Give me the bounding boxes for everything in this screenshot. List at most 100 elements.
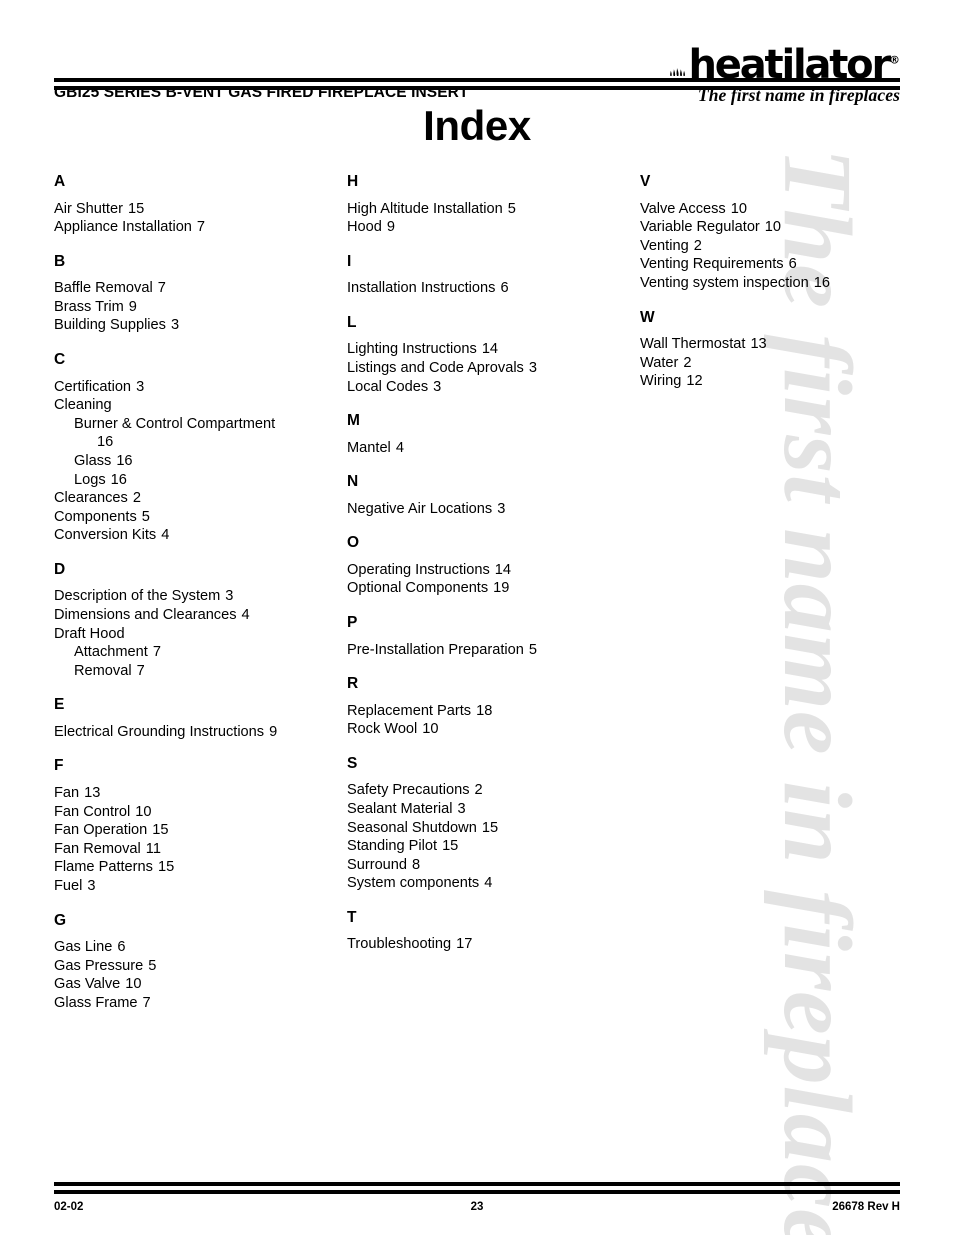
index-entry[interactable]: Baffle Removal 7 [54, 279, 347, 298]
index-entry-label: Air Shutter [54, 200, 123, 217]
index-entry-label: Installation Instructions [347, 280, 496, 297]
index-entry-label: Baffle Removal [54, 280, 153, 297]
index-entry-label: Glass Frame [54, 994, 138, 1011]
index-entry[interactable]: Attachment 7 [54, 643, 347, 662]
index-entry-page: 8 [412, 856, 421, 873]
index-entry[interactable]: Fan Control 10 [54, 803, 347, 822]
index-entry[interactable]: Removal 7 [54, 662, 347, 681]
index-entry[interactable]: Glass 16 [54, 452, 347, 471]
index-entry-label: Venting Requirements [640, 256, 784, 273]
index-entry[interactable]: Conversion Kits 4 [54, 526, 347, 545]
index-entry[interactable]: Gas Pressure 5 [54, 957, 347, 976]
index-entry[interactable]: System components 4 [347, 874, 640, 893]
index-entry[interactable]: Draft Hood [54, 625, 347, 644]
index-entry[interactable]: Listings and Code Aprovals 3 [347, 359, 640, 378]
index-entry-label: Venting [640, 237, 689, 254]
index-entry[interactable]: 16 [54, 433, 347, 452]
index-entry-page: 10 [422, 721, 439, 738]
index-letter-heading: A [54, 173, 66, 191]
index-entry-page: 5 [507, 200, 516, 217]
index-entry[interactable]: Dimensions and Clearances 4 [54, 606, 347, 625]
index-letter-heading: M [347, 412, 360, 430]
index-entry-label: Troubleshooting [347, 936, 452, 953]
index-entry[interactable]: Components 5 [54, 508, 347, 527]
index-entry[interactable]: Wiring 12 [640, 372, 933, 391]
index-entry[interactable]: Cleaning [54, 396, 347, 415]
index-entry[interactable]: Burner & Control Compartment [54, 415, 347, 434]
index-entry[interactable]: Surround 8 [347, 856, 640, 875]
index-entry[interactable]: Description of the System 3 [54, 587, 347, 606]
index-entry-page: 10 [764, 219, 782, 236]
index-entry-page: 3 [87, 877, 96, 894]
index-entry[interactable]: Glass Frame 7 [54, 994, 347, 1013]
index-entry-label: Optional Components [347, 580, 489, 597]
index-entry[interactable]: Installation Instructions 6 [347, 279, 640, 298]
index-entry[interactable]: Mantel 4 [347, 439, 640, 458]
index-entry-label: Clearances [54, 490, 128, 507]
index-entry-label: Attachment [74, 644, 148, 661]
index-entry-page: 13 [750, 336, 767, 353]
index-entry[interactable]: Troubleshooting 17 [347, 935, 640, 954]
index-entry-label: Conversion Kits [54, 527, 157, 544]
index-entry-page: 6 [500, 280, 509, 297]
index-entry[interactable]: Operating Instructions 14 [347, 561, 640, 580]
index-entry-page: 3 [433, 378, 442, 395]
index-entry[interactable]: Rock Wool 10 [347, 720, 640, 739]
index-entry-page: 16 [97, 434, 114, 451]
index-entry[interactable]: Seasonal Shutdown 15 [347, 819, 640, 838]
index-entry-label: Electrical Grounding Instructions [54, 723, 265, 740]
index-entry-page: 6 [117, 939, 126, 956]
index-entry-label: Sealant Material [347, 800, 453, 817]
index-entry[interactable]: Gas Valve 10 [54, 975, 347, 994]
index-entry-page: 6 [788, 256, 797, 273]
index-entry[interactable]: Variable Regulator 10 [640, 218, 933, 237]
index-entry[interactable]: Gas Line 6 [54, 938, 347, 957]
index-entry[interactable]: Fan Operation 15 [54, 821, 347, 840]
index-entry[interactable]: Hood 9 [347, 218, 640, 237]
index-entry[interactable]: Brass Trim 9 [54, 298, 347, 317]
index-entry[interactable]: High Altitude Installation 5 [347, 200, 640, 219]
index-entry[interactable]: Water 2 [640, 354, 933, 373]
index-entry[interactable]: Certification 3 [54, 378, 347, 397]
index-entry[interactable]: Sealant Material 3 [347, 800, 640, 819]
index-entry[interactable]: Logs 16 [54, 471, 347, 490]
index-entry[interactable]: Safety Precautions 2 [347, 781, 640, 800]
index-entry[interactable]: Flame Patterns 15 [54, 858, 347, 877]
index-entry[interactable]: Negative Air Locations 3 [347, 500, 640, 519]
index-entry[interactable]: Venting Requirements 6 [640, 255, 933, 274]
index-entry[interactable]: Optional Components 19 [347, 579, 640, 598]
index-entry-label: Appliance Installation [54, 219, 192, 236]
index-entry[interactable]: Fan 13 [54, 784, 347, 803]
index-entry[interactable]: Wall Thermostat 13 [640, 335, 933, 354]
index-entry[interactable]: Valve Access 10 [640, 200, 933, 219]
index-entry[interactable]: Electrical Grounding Instructions 9 [54, 723, 347, 742]
index-entry-label: Variable Regulator [640, 219, 760, 236]
index-entry[interactable]: Replacement Parts 18 [347, 702, 640, 721]
index-entry[interactable]: Lighting Instructions 14 [347, 340, 640, 359]
index-entry[interactable]: Air Shutter 15 [54, 200, 347, 219]
index-entry-page: 15 [127, 200, 145, 217]
index-letter-heading: V [640, 173, 651, 191]
index-entry-label: Negative Air Locations [347, 500, 493, 517]
index-entry[interactable]: Standing Pilot 15 [347, 837, 640, 856]
index-entry[interactable]: Venting system inspection 16 [640, 274, 933, 293]
index-letter-heading: L [347, 313, 357, 331]
index-entry-page: 14 [481, 341, 499, 358]
index-entry[interactable]: Fan Removal 11 [54, 840, 347, 859]
index-entry-label: High Altitude Installation [347, 200, 503, 217]
index-entry[interactable]: Local Codes 3 [347, 378, 640, 397]
index-entry-page: 7 [136, 662, 145, 679]
index-entry[interactable]: Building Supplies 3 [54, 316, 347, 335]
index-entry[interactable]: Appliance Installation 7 [54, 218, 347, 237]
footer-row: 02-02 23 26678 Rev H [54, 1201, 900, 1213]
index-entry[interactable]: Venting 2 [640, 237, 933, 256]
index-entry-label: Rock Wool [347, 721, 418, 738]
index-entry-page: 2 [132, 490, 141, 507]
index-entry[interactable]: Pre-Installation Preparation 5 [347, 641, 640, 660]
index-entry[interactable]: Clearances 2 [54, 489, 347, 508]
index-letter-heading: H [347, 173, 359, 191]
index-entry[interactable]: Fuel 3 [54, 877, 347, 896]
index-entry-page: 2 [693, 237, 702, 254]
index-letter-heading: G [54, 911, 67, 929]
index-entry-page: 2 [683, 354, 692, 371]
